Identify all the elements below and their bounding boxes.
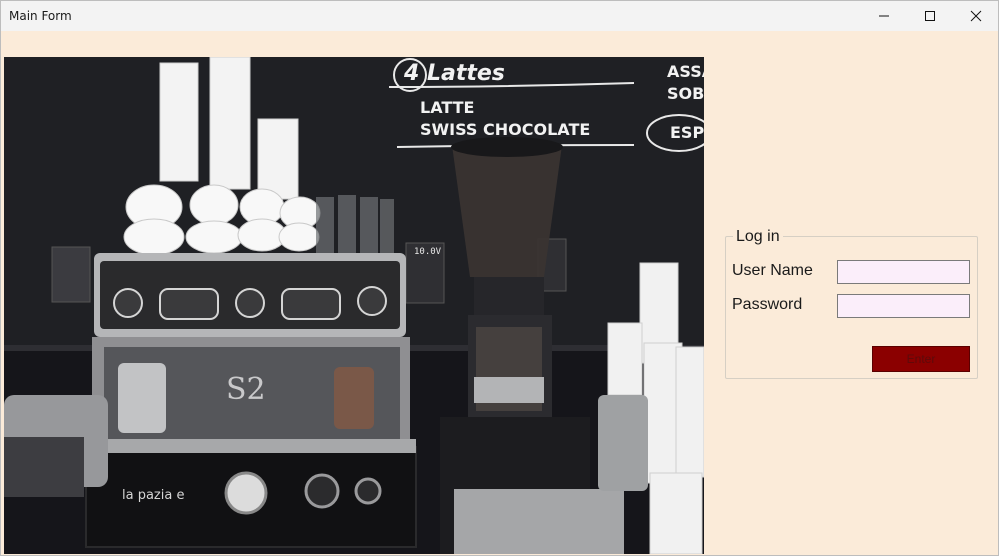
- chalk-text-right2: SOBR: [667, 84, 704, 103]
- maximize-icon: [925, 11, 935, 21]
- close-icon: [970, 10, 982, 22]
- grinder-display-text: 10.0V: [414, 247, 442, 257]
- maximize-button[interactable]: [907, 1, 953, 31]
- minimize-icon: [879, 15, 889, 17]
- window-title: Main Form: [9, 9, 72, 23]
- login-group-title: Log in: [733, 228, 783, 246]
- main-form-window: Main Form 4 Lattes LATTE SWISS CHOCOLATE…: [0, 0, 999, 556]
- machine-brand-text: la pazia e: [122, 488, 184, 503]
- coffee-machine-picture: 4 Lattes LATTE SWISS CHOCOLATE ASSA SOBR…: [4, 57, 704, 554]
- close-button[interactable]: [953, 1, 999, 31]
- title-bar: Main Form: [1, 1, 998, 31]
- password-label: Password: [732, 296, 803, 313]
- chalk-text-lattes: 4 Lattes: [403, 61, 505, 86]
- username-label: User Name: [732, 262, 813, 279]
- username-input[interactable]: [837, 260, 970, 284]
- chalk-text-right3: ESPE: [670, 123, 704, 142]
- chalk-text-right1: ASSA: [667, 62, 704, 81]
- minimize-button[interactable]: [861, 1, 907, 31]
- password-input[interactable]: [837, 294, 970, 318]
- enter-button[interactable]: Enter: [872, 346, 970, 372]
- chalk-text-latte: LATTE: [420, 98, 474, 117]
- chalk-text-swiss-chocolate: SWISS CHOCOLATE: [420, 120, 590, 139]
- machine-badge-text: S2: [226, 372, 266, 407]
